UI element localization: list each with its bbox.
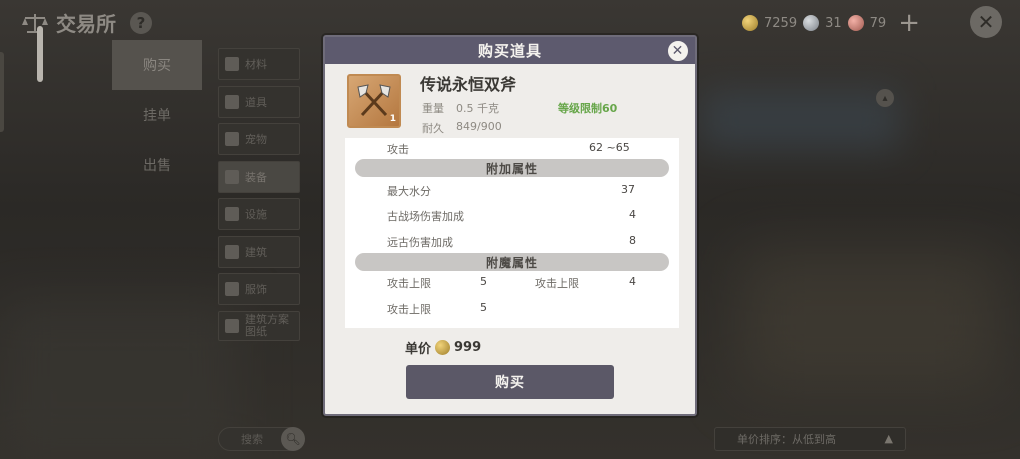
building-icon	[225, 244, 239, 259]
edge-divider	[0, 52, 4, 132]
nav-item-orders[interactable]: 挂单	[112, 90, 202, 140]
category-blueprints[interactable]: 建筑方案图纸	[218, 310, 300, 341]
attack-row: 攻击 62 ~65	[387, 141, 630, 156]
blueprint-icon	[225, 318, 239, 333]
page-title: 交易所	[56, 12, 116, 36]
enchant-attributes-header: 附魔属性	[355, 253, 669, 271]
gold-coin-icon	[435, 340, 451, 355]
equipment-icon	[225, 169, 239, 184]
scale-icon	[22, 13, 48, 33]
double-axe-icon: 1	[347, 74, 401, 128]
search-icon[interactable]: 🔍︎	[281, 427, 305, 451]
gold-coin-icon	[742, 15, 759, 31]
search-input[interactable]: 搜索 🔍︎	[218, 427, 305, 451]
pink-amount: 79	[869, 15, 887, 31]
pink-coin-icon	[847, 15, 864, 31]
clothing-icon	[225, 282, 239, 296]
nav-item-buy[interactable]: 购买	[112, 40, 202, 90]
paw-icon	[225, 132, 239, 146]
silver-amount: 31	[825, 15, 842, 31]
dialog-title: 购买道具	[477, 42, 542, 60]
category-equipment[interactable]: 装备	[218, 160, 300, 193]
close-icon[interactable]: ✕	[970, 6, 1002, 38]
unit-price: 单价 999	[405, 340, 482, 357]
silver-coin-icon	[803, 15, 820, 31]
purchase-dialog: 购买道具 ✕ 1 传说永恒双斧 重量 0.5 千克 耐久 849/900 等级限…	[323, 35, 697, 416]
stats-panel: 攻击 62 ~65 附加属性 最大水分 37 古战场伤害加成 4 远古伤害加成 …	[345, 138, 679, 328]
facility-icon	[225, 207, 239, 221]
extra-attributes-header: 附加属性	[355, 159, 669, 177]
chevron-up-icon: ▲	[884, 432, 893, 445]
add-currency-button[interactable]: +	[898, 10, 920, 36]
item-summary: 1 传说永恒双斧 重量 0.5 千克 耐久 849/900 等级限制60	[325, 64, 695, 136]
stat-row: 远古伤害加成 8	[387, 234, 636, 249]
level-limit: 等级限制60	[558, 102, 618, 115]
category-buildings[interactable]: 建筑	[218, 235, 300, 268]
price-value: 999	[454, 340, 482, 355]
weight-row: 重量 0.5 千克	[422, 102, 499, 115]
props-icon	[225, 94, 239, 109]
category-props[interactable]: 道具	[218, 85, 300, 118]
dialog-header: 购买道具 ✕	[325, 37, 695, 64]
materials-icon	[225, 57, 239, 71]
category-materials[interactable]: 材料	[218, 48, 300, 80]
side-nav: 购买 挂单 出售	[112, 40, 202, 190]
scroll-handle[interactable]	[37, 26, 43, 82]
close-icon[interactable]: ✕	[666, 39, 690, 63]
stat-row: 古战场伤害加成 4	[387, 208, 636, 223]
stat-row: 最大水分 37	[387, 183, 635, 198]
help-icon[interactable]: ?	[130, 11, 152, 34]
stat-row: 攻击上限 5 攻击上限 4	[387, 275, 636, 290]
gold-amount: 7259	[764, 15, 798, 31]
item-name: 传说永恒双斧	[420, 75, 517, 94]
category-facilities[interactable]: 设施	[218, 198, 300, 230]
currency-bar: 7259 31 79 +	[742, 10, 920, 36]
item-level-badge: 1	[389, 114, 396, 124]
category-list: 材料 道具 宠物 装备 设施 建筑 服饰 建筑方案图纸	[218, 48, 300, 346]
sort-dropdown[interactable]: 单价排序：从低到高 ▲	[714, 427, 906, 451]
nav-item-sell[interactable]: 出售	[112, 140, 202, 190]
category-pets[interactable]: 宠物	[218, 123, 300, 155]
durability-row: 耐久 849/900	[422, 120, 502, 135]
collapse-icon[interactable]: ▴	[876, 89, 894, 107]
buy-button[interactable]: 购买	[406, 365, 614, 399]
stat-row: 攻击上限 5	[387, 301, 487, 316]
category-clothing[interactable]: 服饰	[218, 273, 300, 305]
